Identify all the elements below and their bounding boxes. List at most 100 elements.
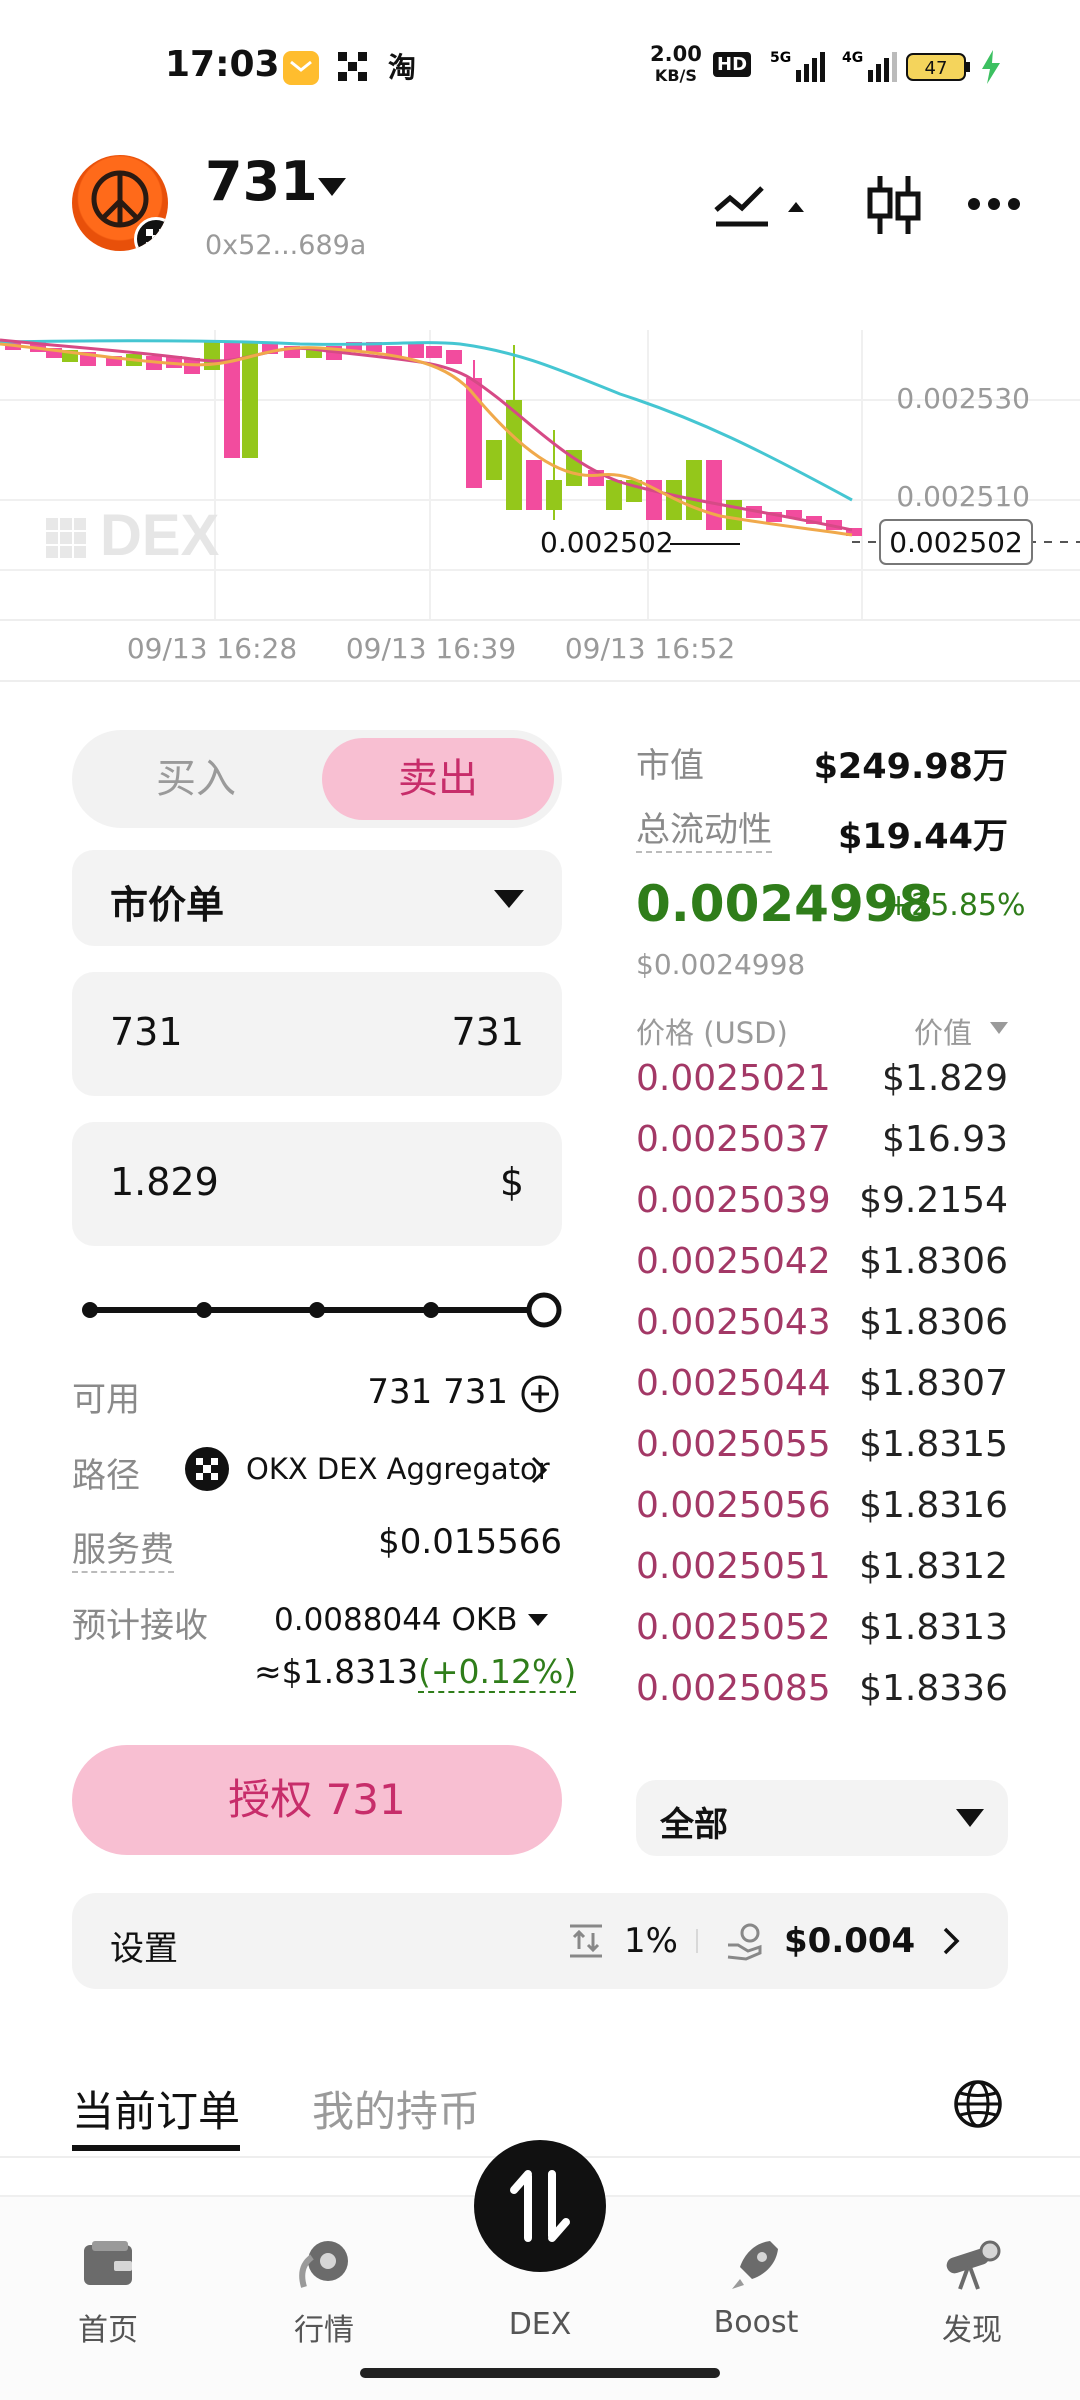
- settings-label: 设置: [110, 1929, 178, 1969]
- dex-watermark-block: [74, 546, 86, 558]
- receive-value[interactable]: 0.0088044 OKB: [274, 1602, 518, 1638]
- tab-current-orders[interactable]: 当前订单: [72, 2078, 240, 2139]
- settings-separator: [696, 1929, 698, 1953]
- receive-dropdown-icon[interactable]: [528, 1614, 548, 1626]
- taobao-notification-icon: 淘: [388, 51, 417, 84]
- dex-watermark-block: [74, 532, 86, 544]
- candle: [426, 346, 442, 358]
- usd-unit: $: [499, 1160, 524, 1204]
- status-bar: 17:03 淘 2.00 KB/S HD 5G 4G 47: [0, 0, 1080, 130]
- dex-watermark-text: DEX: [100, 503, 220, 568]
- globe-icon[interactable]: [952, 2078, 1004, 2130]
- orderbook-row[interactable]: 0.0025044 $1.8307: [636, 1363, 1008, 1423]
- sell-tab[interactable]: 卖出: [322, 738, 554, 820]
- fee-label[interactable]: 服务费: [72, 1522, 174, 1573]
- candlestick-chart[interactable]: DEX 0.002502 0.002530 0.002510 0.002502 09/13…: [0, 330, 1080, 680]
- chain-badge-icon: [134, 217, 168, 251]
- filter-value: 全部: [660, 1805, 728, 1845]
- buy-sell-toggle[interactable]: 买入 卖出: [72, 730, 562, 828]
- chevron-right-icon: [531, 1456, 548, 1484]
- dex-watermark-block: [46, 532, 58, 544]
- nav-dex[interactable]: DEX: [470, 2307, 610, 2342]
- token-address[interactable]: 0x52...689a: [205, 230, 366, 261]
- slider-stop-50[interactable]: [309, 1302, 325, 1318]
- usd-amount-input[interactable]: 1.829 $: [72, 1122, 562, 1246]
- slider-stop-75[interactable]: [423, 1302, 439, 1318]
- add-circle-icon[interactable]: [520, 1374, 560, 1414]
- authorize-button[interactable]: 授权 731: [72, 1745, 562, 1855]
- okx-notification-icon: [336, 50, 370, 88]
- line-chart-mode-icon[interactable]: [712, 176, 812, 238]
- price-axis-label: 0.002530: [896, 382, 1030, 415]
- order-type-select[interactable]: 市价单: [72, 850, 562, 946]
- current-price-usd: $0.0024998: [636, 948, 806, 981]
- dex-watermark-block: [46, 518, 58, 530]
- receive-label: 预计接收: [72, 1606, 208, 1646]
- orderbook-row[interactable]: 0.0025043 $1.8306: [636, 1302, 1008, 1362]
- orderbook-price: 0.0025056: [636, 1485, 831, 1526]
- orderbook-row[interactable]: 0.0025085 $1.8336: [636, 1668, 1008, 1728]
- orderbook-row[interactable]: 0.0025056 $1.8316: [636, 1485, 1008, 1545]
- slippage-value: 1%: [624, 1921, 678, 1961]
- orderbook-row[interactable]: 0.0025051 $1.8312: [636, 1546, 1008, 1606]
- more-menu-icon[interactable]: [966, 196, 1022, 212]
- orderbook-price: 0.0025039: [636, 1180, 831, 1221]
- candle: [706, 460, 722, 530]
- orderbook-value: $1.8336: [859, 1668, 1008, 1709]
- amount-slider[interactable]: [82, 1290, 562, 1330]
- dex-swap-button[interactable]: [474, 2140, 606, 2272]
- orderbook-value: $1.8316: [859, 1485, 1008, 1526]
- tab-my-holdings[interactable]: 我的持币: [312, 2078, 480, 2139]
- trade-settings-bar[interactable]: 设置 1% $0.004: [72, 1893, 1008, 1989]
- amount-input[interactable]: 731 731: [72, 972, 562, 1096]
- orderbook-price: 0.0025042: [636, 1241, 831, 1282]
- nav-market[interactable]: 行情: [254, 2237, 394, 2349]
- time-axis-label: 09/13 16:52: [565, 632, 735, 665]
- token-name[interactable]: 731: [205, 150, 318, 213]
- token-dropdown-icon[interactable]: [318, 178, 346, 196]
- price-chart[interactable]: DEX 0.002502 0.002530 0.002510 0.002502 09/13…: [0, 330, 1080, 680]
- amount-value[interactable]: 731: [110, 1010, 183, 1054]
- status-time: 17:03: [165, 44, 280, 85]
- orderbook-row[interactable]: 0.0025039 $9.2154: [636, 1180, 1008, 1240]
- candlestick-mode-icon[interactable]: [864, 172, 924, 238]
- swap-arrows-icon: [510, 2170, 570, 2242]
- orderbook-value: $1.8315: [859, 1424, 1008, 1465]
- sort-dropdown-icon[interactable]: [990, 1022, 1008, 1034]
- candle: [446, 350, 462, 364]
- nav-boost[interactable]: Boost: [686, 2237, 826, 2340]
- orderbook-price: 0.0025043: [636, 1302, 831, 1343]
- orderbook-price: 0.0025055: [636, 1424, 831, 1465]
- orderbook-row[interactable]: 0.0025052 $1.8313: [636, 1607, 1008, 1667]
- slider-stop-25[interactable]: [196, 1302, 212, 1318]
- home-indicator: [360, 2368, 720, 2378]
- candle: [606, 480, 622, 510]
- orderbook-value: $1.8312: [859, 1546, 1008, 1587]
- svg-text:5G: 5G: [770, 50, 791, 66]
- usd-amount-value[interactable]: 1.829: [110, 1160, 219, 1204]
- charging-icon: [980, 50, 1002, 88]
- signal-4g-icon: 4G: [842, 48, 902, 88]
- okx-logo-icon: [185, 1447, 229, 1491]
- orderbook-price: 0.0025037: [636, 1119, 831, 1160]
- gas-fee-value: $0.004: [784, 1921, 916, 1961]
- slider-thumb[interactable]: [526, 1292, 562, 1328]
- slider-stop-0[interactable]: [82, 1302, 98, 1318]
- token-avatar[interactable]: [72, 155, 168, 251]
- orderbook-row[interactable]: 0.0025037 $16.93: [636, 1119, 1008, 1179]
- orderbook-row[interactable]: 0.0025042 $1.8306: [636, 1241, 1008, 1301]
- liquidity-label[interactable]: 总流动性: [636, 802, 772, 853]
- orderbook-row[interactable]: 0.0025021 $1.829: [636, 1058, 1008, 1118]
- orderbook-value-header[interactable]: 价值: [914, 1010, 972, 1052]
- orderbook-filter-select[interactable]: 全部: [636, 1780, 1008, 1856]
- orderbook-row[interactable]: 0.0025055 $1.8315: [636, 1424, 1008, 1484]
- route-selector[interactable]: OKX DEX Aggregator: [184, 1444, 564, 1494]
- buy-tab[interactable]: 买入: [80, 738, 312, 820]
- candle: [408, 344, 424, 358]
- current-price-tag-text: 0.002502: [889, 526, 1023, 559]
- chevron-down-icon: [956, 1809, 984, 1827]
- nav-discover[interactable]: 发现: [902, 2237, 1042, 2349]
- nav-home[interactable]: 首页: [38, 2237, 178, 2349]
- orderbook-price: 0.0025085: [636, 1668, 831, 1709]
- hd-icon: HD: [713, 52, 752, 77]
